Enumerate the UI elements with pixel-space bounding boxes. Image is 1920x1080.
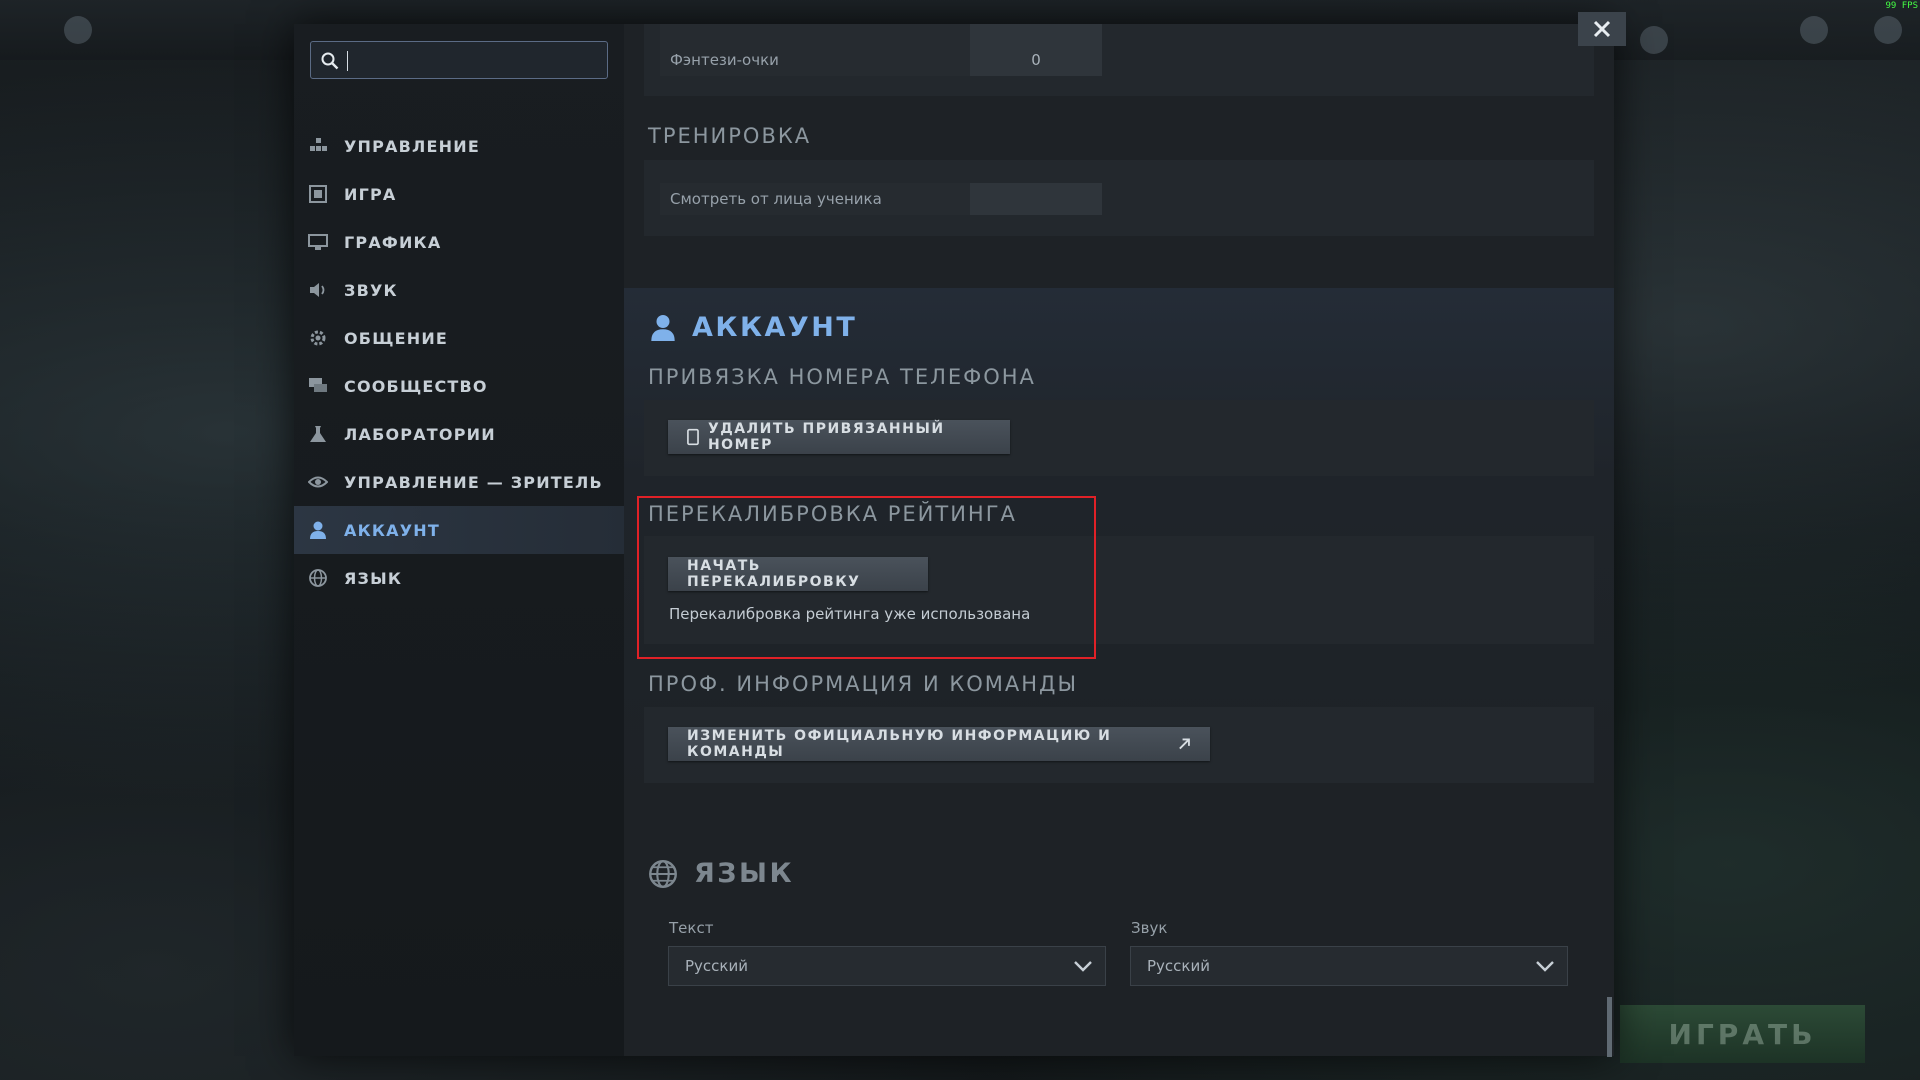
sidebar-item-controls[interactable]: УПРАВЛЕНИЕ bbox=[294, 122, 624, 170]
phone-icon bbox=[687, 428, 699, 446]
settings-nav: УПРАВЛЕНИЕ ИГРА ГРАФИКА ЗВУК ОБЩЕНИЕ СОО… bbox=[294, 122, 624, 602]
remove-phone-button-label: УДАЛИТЬ ПРИВЯЗАННЫЙ НОМЕР bbox=[707, 421, 945, 453]
sidebar-item-label: АККАУНТ bbox=[344, 520, 440, 540]
sidebar-item-label: УПРАВЛЕНИЕ bbox=[344, 136, 480, 156]
background-status-icon bbox=[1874, 16, 1902, 44]
sidebar-item-label: ИГРА bbox=[344, 184, 397, 204]
sidebar-item-label: СООБЩЕСТВО bbox=[344, 376, 488, 396]
fantasy-points-value[interactable]: 0 bbox=[970, 44, 1102, 76]
globe-icon bbox=[309, 569, 327, 587]
sidebar-item-label: ЯЗЫК bbox=[344, 568, 403, 588]
chevron-down-icon bbox=[1536, 961, 1554, 972]
watch-student-label: Смотреть от лица ученика bbox=[660, 183, 970, 215]
sidebar-item-label: ЗВУК bbox=[344, 280, 398, 300]
training-title: ТРЕНИРОВКА bbox=[648, 124, 812, 148]
red-highlight-box bbox=[637, 496, 1096, 659]
speaker-icon bbox=[310, 283, 325, 297]
text-language-value: Русский bbox=[685, 957, 748, 975]
fantasy-points-row: Фэнтези-очки 0 bbox=[660, 44, 1102, 76]
language-title: ЯЗЫК bbox=[694, 858, 795, 889]
sidebar-item-graphics[interactable]: ГРАФИКА bbox=[294, 218, 624, 266]
monitor-icon bbox=[308, 234, 328, 250]
settings-dialog: УПРАВЛЕНИЕ ИГРА ГРАФИКА ЗВУК ОБЩЕНИЕ СОО… bbox=[294, 24, 1614, 1056]
sidebar-item-labs[interactable]: ЛАБОРАТОРИИ bbox=[294, 410, 624, 458]
close-button[interactable] bbox=[1578, 12, 1626, 46]
account-heading: АККАУНТ bbox=[650, 312, 857, 343]
text-caret bbox=[347, 51, 348, 71]
user-icon bbox=[651, 314, 675, 341]
globe-icon bbox=[649, 859, 677, 888]
chat-icon bbox=[309, 378, 327, 392]
settings-sidebar: УПРАВЛЕНИЕ ИГРА ГРАФИКА ЗВУК ОБЩЕНИЕ СОО… bbox=[294, 24, 624, 1056]
eye-icon bbox=[308, 476, 328, 488]
phone-binding-title: ПРИВЯЗКА НОМЕРА ТЕЛЕФОНА bbox=[648, 365, 1036, 389]
audio-language-select[interactable]: Русский bbox=[1130, 946, 1568, 986]
sidebar-item-label: ОБЩЕНИЕ bbox=[344, 328, 449, 348]
sidebar-item-label: ГРАФИКА bbox=[344, 232, 442, 252]
close-icon bbox=[1593, 20, 1611, 38]
user-icon bbox=[310, 521, 326, 539]
sidebar-item-label: УПРАВЛЕНИЕ — ЗРИТЕЛЬ bbox=[344, 472, 603, 492]
pro-info-title: ПРОФ. ИНФОРМАЦИЯ И КОМАНДЫ bbox=[648, 672, 1078, 696]
search-icon bbox=[321, 52, 339, 70]
watch-student-row: Смотреть от лица ученика bbox=[660, 183, 1102, 215]
sidebar-item-sound[interactable]: ЗВУК bbox=[294, 266, 624, 314]
background-settings-icon bbox=[1800, 16, 1828, 44]
sidebar-item-community[interactable]: СООБЩЕСТВО bbox=[294, 362, 624, 410]
controls-icon bbox=[310, 138, 327, 151]
language-heading: ЯЗЫК bbox=[648, 858, 794, 889]
account-title: АККАУНТ bbox=[692, 312, 858, 343]
flask-icon bbox=[310, 426, 326, 442]
sidebar-item-label: ЛАБОРАТОРИИ bbox=[344, 424, 496, 444]
chevron-down-icon bbox=[1074, 961, 1092, 972]
gear-icon bbox=[310, 330, 326, 346]
play-button[interactable]: ИГРАТЬ bbox=[1620, 1005, 1865, 1063]
text-language-label: Текст bbox=[669, 919, 714, 937]
audio-language-label: Звук bbox=[1131, 919, 1168, 937]
remove-phone-button[interactable]: УДАЛИТЬ ПРИВЯЗАННЫЙ НОМЕР bbox=[668, 420, 1010, 454]
text-language-select[interactable]: Русский bbox=[668, 946, 1106, 986]
audio-language-value: Русский bbox=[1147, 957, 1210, 975]
sidebar-item-social[interactable]: ОБЩЕНИЕ bbox=[294, 314, 624, 362]
background-menu-icon bbox=[64, 16, 92, 44]
content-scrollbar[interactable] bbox=[1607, 997, 1612, 1057]
search-input[interactable] bbox=[310, 41, 608, 79]
fps-counter: 99 FPS bbox=[1885, 1, 1918, 11]
game-icon bbox=[309, 185, 327, 203]
fantasy-points-label: Фэнтези-очки bbox=[660, 44, 970, 76]
background-profile-icon bbox=[1640, 26, 1668, 54]
sidebar-item-game[interactable]: ИГРА bbox=[294, 170, 624, 218]
sidebar-item-language[interactable]: ЯЗЫК bbox=[294, 554, 624, 602]
edit-pro-info-button[interactable]: ИЗМЕНИТЬ ОФИЦИАЛЬНУЮ ИНФОРМАЦИЮ И КОМАНД… bbox=[668, 727, 1210, 761]
edit-pro-info-label: ИЗМЕНИТЬ ОФИЦИАЛЬНУЮ ИНФОРМАЦИЮ И КОМАНД… bbox=[687, 728, 1112, 760]
external-link-icon bbox=[1179, 738, 1191, 750]
watch-student-toggle[interactable] bbox=[970, 183, 1102, 215]
sidebar-item-account[interactable]: АККАУНТ bbox=[294, 506, 624, 554]
sidebar-item-spectator-controls[interactable]: УПРАВЛЕНИЕ — ЗРИТЕЛЬ bbox=[294, 458, 624, 506]
